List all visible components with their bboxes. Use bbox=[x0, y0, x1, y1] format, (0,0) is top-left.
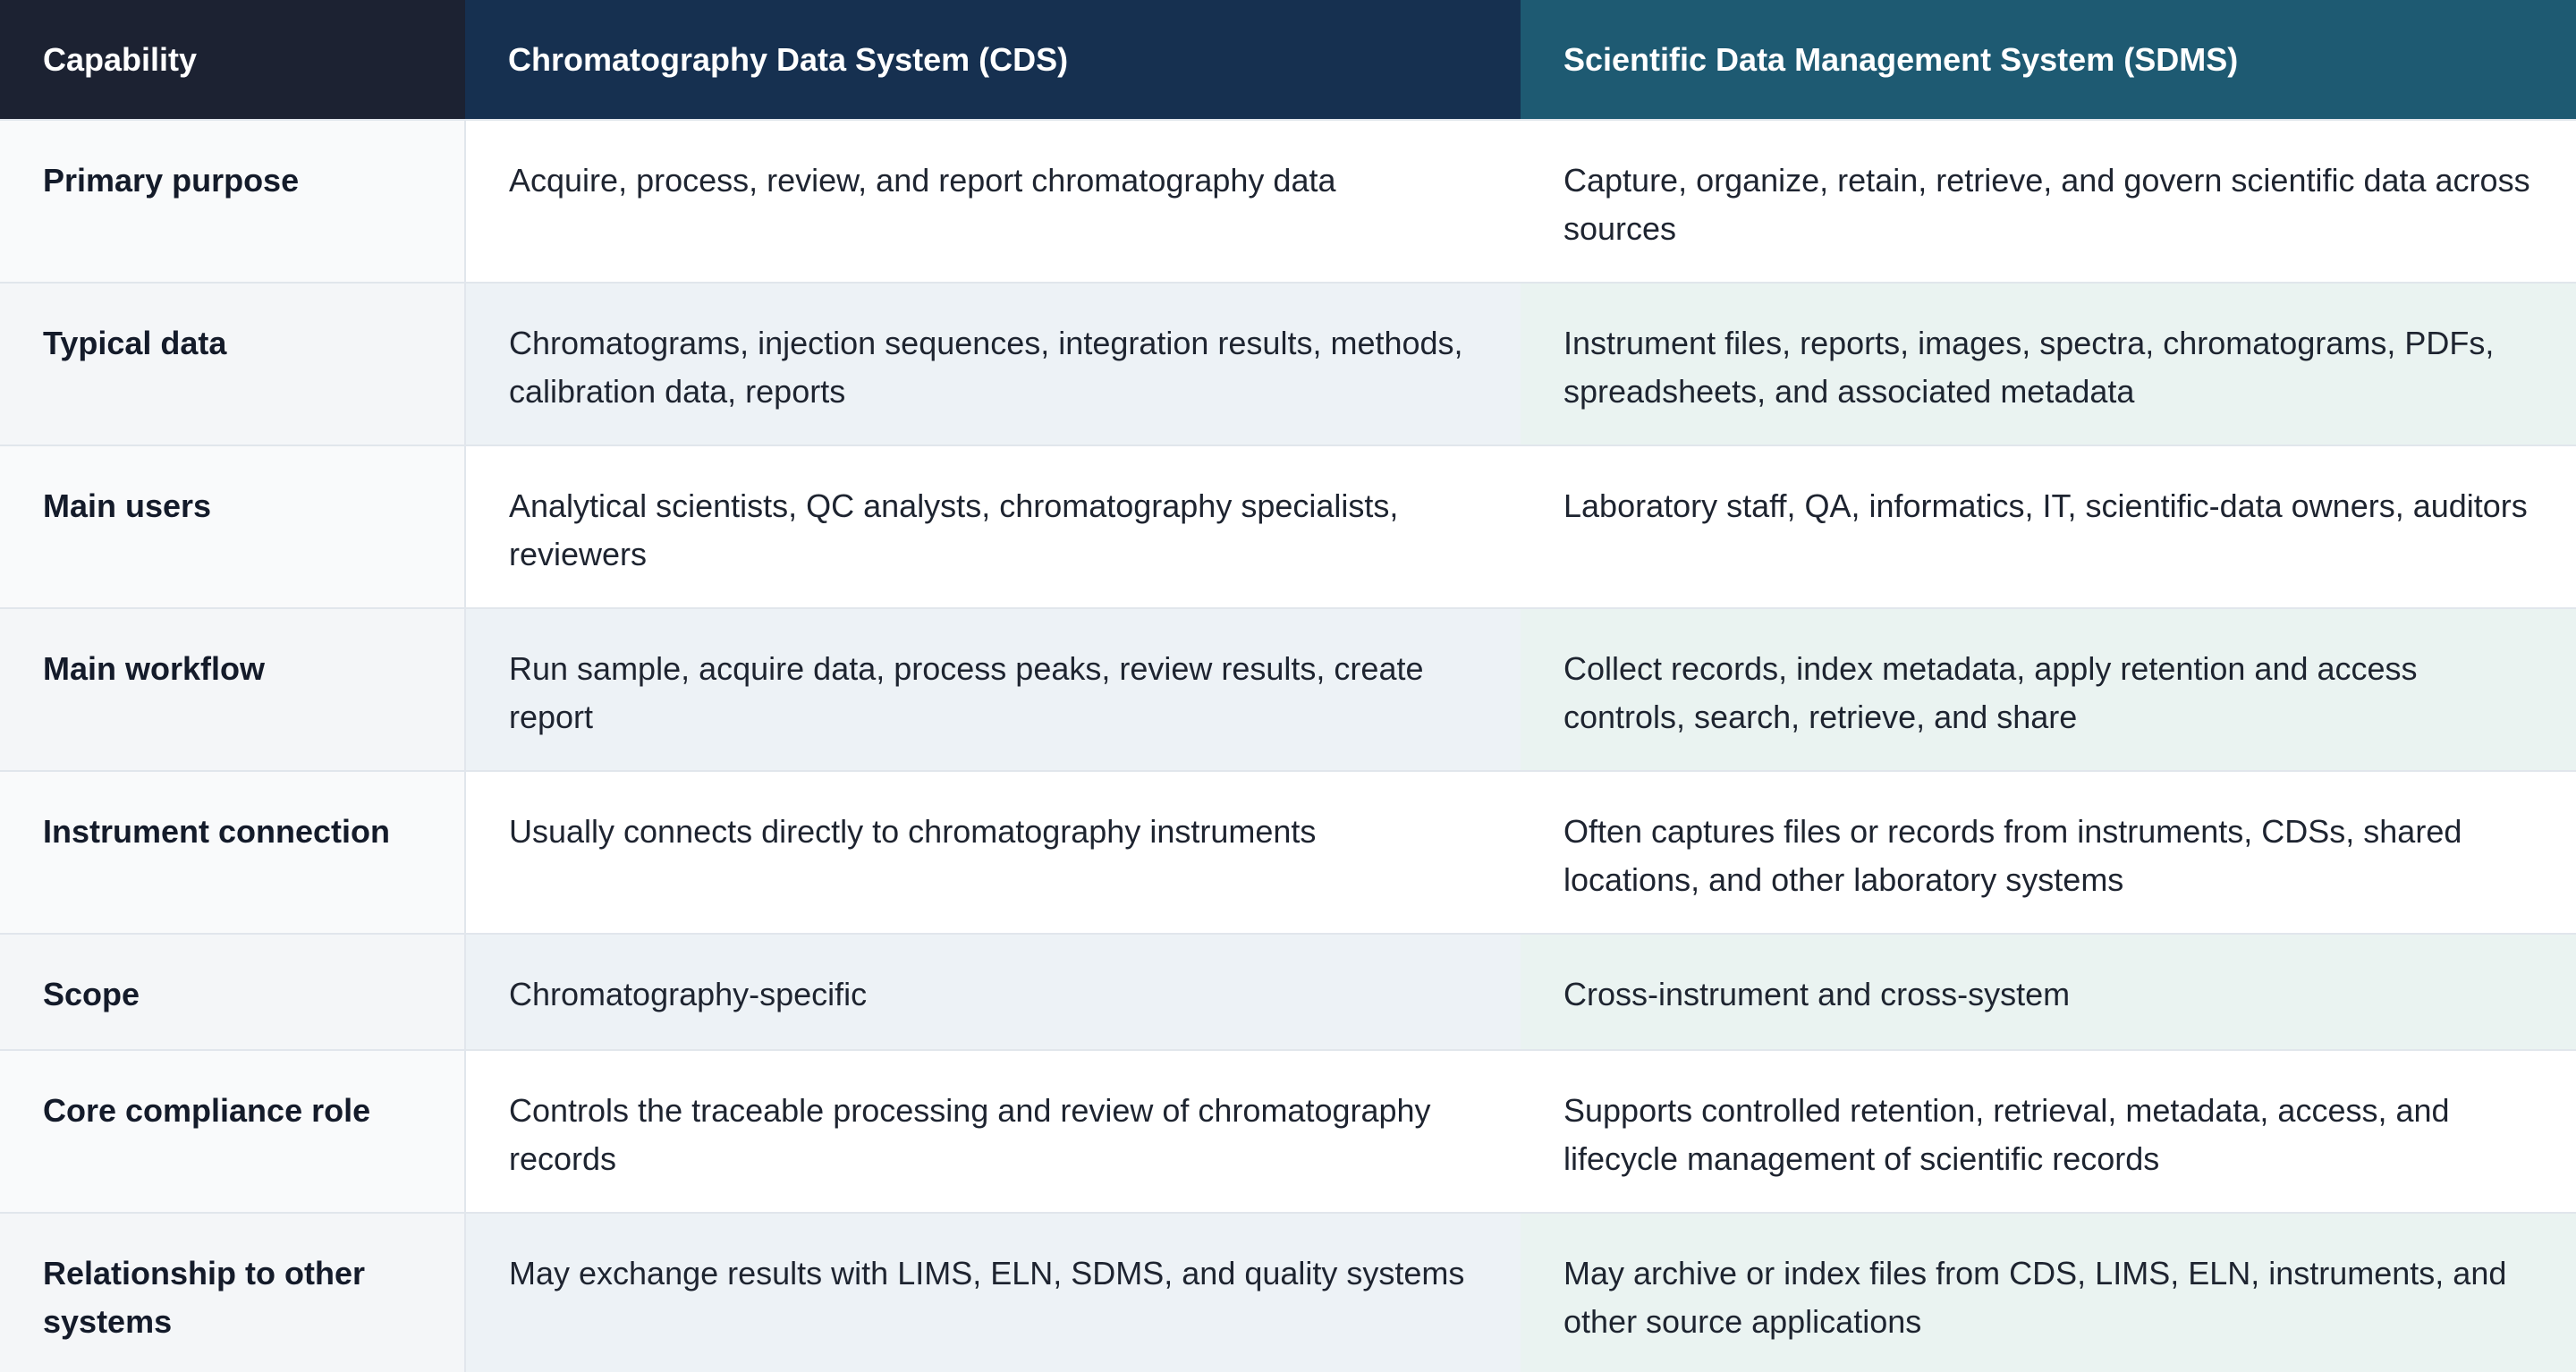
header-capability: Capability bbox=[0, 0, 465, 120]
table-row: Instrument connection Usually connects d… bbox=[0, 770, 2576, 934]
row-cds-cell: Acquire, process, review, and report chr… bbox=[465, 119, 1521, 283]
header-row: Capability Chromatography Data System (C… bbox=[0, 0, 2576, 120]
row-cds-cell: Usually connects directly to chromatogra… bbox=[465, 770, 1521, 934]
row-sdms-cell: Laboratory staff, QA, informatics, IT, s… bbox=[1521, 445, 2576, 608]
comparison-table: Capability Chromatography Data System (C… bbox=[0, 0, 2576, 1372]
row-sdms-cell: Instrument files, reports, images, spect… bbox=[1521, 282, 2576, 445]
row-capability: Instrument connection bbox=[0, 770, 466, 934]
table-row: Core compliance role Controls the tracea… bbox=[0, 1049, 2576, 1213]
table-row: Primary purpose Acquire, process, review… bbox=[0, 119, 2576, 283]
row-cds-cell: Analytical scientists, QC analysts, chro… bbox=[465, 445, 1521, 608]
header-cds: Chromatography Data System (CDS) bbox=[465, 0, 1521, 120]
table-row: Scope Chromatography-specific Cross-inst… bbox=[0, 933, 2576, 1050]
row-sdms-cell: Often captures files or records from ins… bbox=[1521, 770, 2576, 934]
row-sdms-cell: Collect records, index metadata, apply r… bbox=[1521, 607, 2576, 771]
header-sdms: Scientific Data Management System (SDMS) bbox=[1521, 0, 2576, 120]
row-capability: Typical data bbox=[0, 282, 466, 445]
row-cds-cell: Controls the traceable processing and re… bbox=[465, 1049, 1521, 1213]
row-sdms-cell: May archive or index files from CDS, LIM… bbox=[1521, 1212, 2576, 1372]
table-row: Relationship to other systems May exchan… bbox=[0, 1212, 2576, 1372]
row-sdms-cell: Supports controlled retention, retrieval… bbox=[1521, 1049, 2576, 1213]
row-capability: Main workflow bbox=[0, 607, 466, 771]
row-sdms-cell: Capture, organize, retain, retrieve, and… bbox=[1521, 119, 2576, 283]
row-cds-cell: Chromatography-specific bbox=[465, 933, 1521, 1050]
row-capability: Scope bbox=[0, 933, 466, 1050]
row-cds-cell: May exchange results with LIMS, ELN, SDM… bbox=[465, 1212, 1521, 1372]
row-sdms-cell: Cross-instrument and cross-system bbox=[1521, 933, 2576, 1050]
row-cds-cell: Chromatograms, injection sequences, inte… bbox=[465, 282, 1521, 445]
table-row: Main workflow Run sample, acquire data, … bbox=[0, 607, 2576, 771]
row-capability: Relationship to other systems bbox=[0, 1212, 466, 1372]
row-capability: Core compliance role bbox=[0, 1049, 466, 1213]
table-row: Typical data Chromatograms, injection se… bbox=[0, 282, 2576, 445]
table-row: Main users Analytical scientists, QC ana… bbox=[0, 445, 2576, 608]
row-cds-cell: Run sample, acquire data, process peaks,… bbox=[465, 607, 1521, 771]
row-capability: Main users bbox=[0, 445, 466, 608]
row-capability: Primary purpose bbox=[0, 119, 466, 283]
